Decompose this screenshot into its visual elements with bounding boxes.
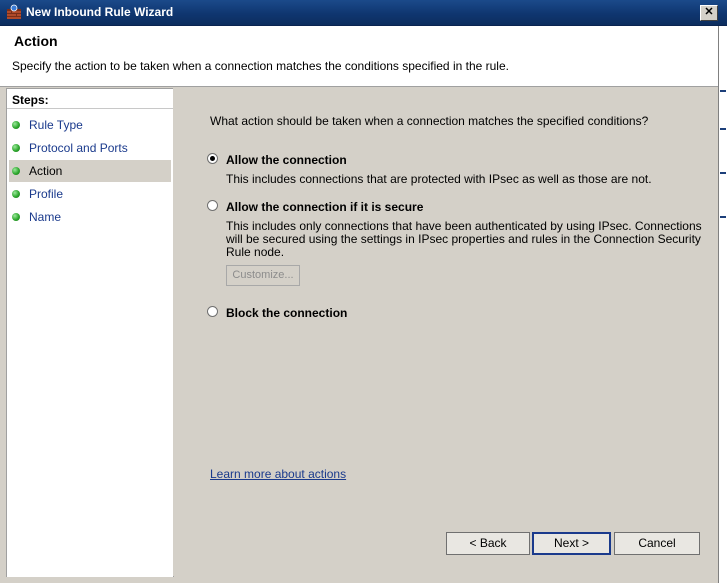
cancel-button[interactable]: Cancel [614, 532, 700, 555]
step-status-icon [12, 190, 20, 198]
allow-connection-label[interactable]: Allow the connection [226, 153, 347, 167]
step-rule-type[interactable]: Rule Type [9, 114, 171, 136]
customize-button[interactable]: Customize... [226, 265, 300, 286]
step-label: Profile [29, 187, 64, 201]
step-protocol-and-ports[interactable]: Protocol and Ports [9, 137, 171, 159]
step-status-icon [12, 121, 20, 129]
step-name[interactable]: Name [9, 206, 171, 228]
steps-heading: Steps: [7, 89, 173, 109]
back-button[interactable]: < Back [446, 532, 530, 555]
allow-connection-description: This includes connections that are prote… [226, 172, 652, 186]
firewall-icon [7, 4, 21, 19]
window-right-edge [718, 26, 727, 583]
allow-if-secure-radio[interactable] [207, 200, 218, 211]
close-button[interactable]: ✕ [700, 5, 718, 21]
step-status-icon [12, 167, 20, 175]
action-question: What action should be taken when a conne… [210, 114, 649, 128]
window-title: New Inbound Rule Wizard [26, 5, 174, 19]
window-bottom-edge [0, 577, 718, 583]
allow-if-secure-description-line-3: Rule node. [226, 245, 285, 259]
block-connection-radio[interactable] [207, 306, 218, 317]
page-title: Action [14, 33, 58, 49]
step-action[interactable]: Action [9, 160, 171, 182]
step-label: Name [29, 210, 62, 224]
step-status-icon [12, 213, 20, 221]
block-connection-label[interactable]: Block the connection [226, 306, 347, 320]
step-label: Rule Type [29, 118, 83, 132]
learn-more-link[interactable]: Learn more about actions [210, 467, 346, 481]
edge-mark [720, 216, 726, 218]
allow-if-secure-label[interactable]: Allow the connection if it is secure [226, 200, 423, 214]
allow-connection-radio[interactable] [207, 153, 218, 164]
title-bar[interactable]: New Inbound Rule Wizard ✕ [0, 0, 727, 26]
allow-if-secure-description-line-2: will be secured using the settings in IP… [226, 232, 701, 246]
step-profile[interactable]: Profile [9, 183, 171, 205]
close-icon: ✕ [704, 6, 714, 18]
step-status-icon [12, 144, 20, 152]
edge-mark [720, 90, 726, 92]
next-button[interactable]: Next > [532, 532, 611, 555]
step-label: Protocol and Ports [29, 141, 128, 155]
page-subtitle: Specify the action to be taken when a co… [12, 59, 509, 73]
edge-mark [720, 128, 726, 130]
action-page: What action should be taken when a conne… [173, 88, 718, 576]
wizard-header: Action Specify the action to be taken wh… [0, 26, 718, 87]
step-label: Action [29, 164, 63, 178]
edge-mark [720, 172, 726, 174]
allow-if-secure-description-line-1: This includes only connections that have… [226, 219, 702, 233]
steps-panel: Steps: Rule Type Protocol and Ports Acti… [6, 88, 174, 578]
wizard-window: New Inbound Rule Wizard ✕ Action Specify… [0, 0, 727, 583]
